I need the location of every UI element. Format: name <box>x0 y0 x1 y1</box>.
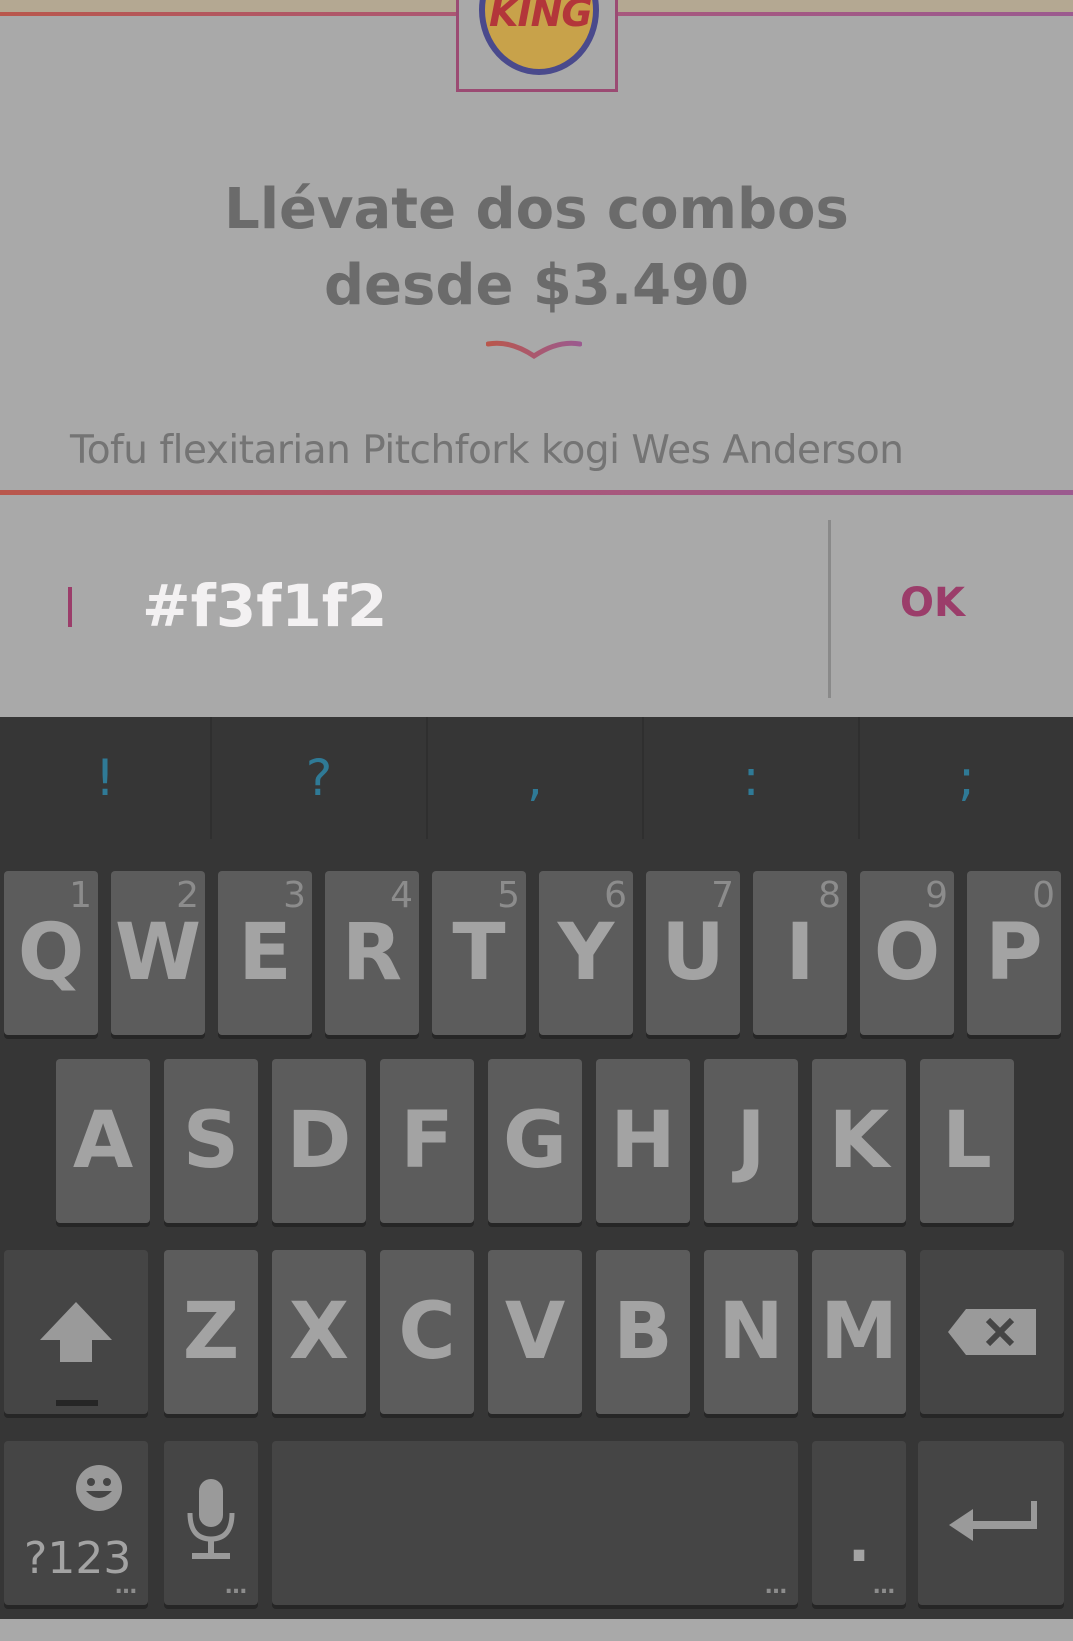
symbols-key[interactable]: ?123 … <box>4 1441 148 1605</box>
ok-button[interactable]: OK <box>900 580 965 626</box>
suggestion-comma[interactable]: , <box>428 717 644 839</box>
key-h[interactable]: H <box>596 1059 690 1223</box>
text-cursor <box>68 587 72 627</box>
key-w[interactable]: 2W <box>111 871 205 1035</box>
suggestion-exclamation[interactable]: ! <box>0 717 212 839</box>
key-v[interactable]: V <box>488 1250 582 1414</box>
period-key[interactable]: . … <box>812 1441 906 1605</box>
microphone-icon <box>187 1479 235 1559</box>
key-q[interactable]: 1Q <box>4 871 98 1035</box>
soft-keyboard: ! ? , : ; 1Q 2W 3E 4R 5T 6Y 7U 8I 9O 0P … <box>0 717 1073 1619</box>
voice-key[interactable]: … <box>164 1441 258 1605</box>
key-t[interactable]: 5T <box>432 871 526 1035</box>
key-e[interactable]: 3E <box>218 871 312 1035</box>
enter-arrow-icon <box>949 1501 1039 1541</box>
more-dots-icon: … <box>225 1574 248 1599</box>
key-r[interactable]: 4R <box>325 871 419 1035</box>
enter-key[interactable] <box>918 1441 1064 1605</box>
backspace-key[interactable] <box>920 1250 1064 1414</box>
emoji-icon <box>76 1465 122 1511</box>
logo-wordmark: KING <box>489 0 593 35</box>
key-k[interactable]: K <box>812 1059 906 1223</box>
more-dots-icon: … <box>765 1574 788 1599</box>
suggestion-semicolon[interactable]: ; <box>860 717 1073 839</box>
key-p[interactable]: 0P <box>967 871 1061 1035</box>
key-x[interactable]: X <box>272 1250 366 1414</box>
key-m[interactable]: M <box>812 1250 906 1414</box>
text-input-field[interactable]: #f3f1f2 <box>142 572 387 640</box>
headline-line-2: desde $3.490 <box>323 253 750 318</box>
key-j[interactable]: J <box>704 1059 798 1223</box>
promo-headline: Llévate dos combos desde $3.490 <box>0 172 1073 324</box>
key-i[interactable]: 8I <box>753 871 847 1035</box>
key-y[interactable]: 6Y <box>539 871 633 1035</box>
key-c[interactable]: C <box>380 1250 474 1414</box>
promo-description: Tofu flexitarian Pitchfork kogi Wes Ande… <box>70 428 904 473</box>
suggestion-colon[interactable]: : <box>644 717 860 839</box>
key-g[interactable]: G <box>488 1059 582 1223</box>
backspace-icon <box>948 1309 1036 1355</box>
key-u[interactable]: 7U <box>646 871 740 1035</box>
more-dots-icon: … <box>873 1574 896 1599</box>
suggestion-question[interactable]: ? <box>212 717 428 839</box>
more-dots-icon: … <box>115 1574 138 1599</box>
space-bar[interactable]: … <box>272 1441 798 1605</box>
key-a[interactable]: A <box>56 1059 150 1223</box>
decorative-smile-icon <box>486 340 582 360</box>
key-f[interactable]: F <box>380 1059 474 1223</box>
key-n[interactable]: N <box>704 1250 798 1414</box>
shift-key[interactable] <box>4 1250 148 1414</box>
key-s[interactable]: S <box>164 1059 258 1223</box>
burger-king-logo: KING <box>456 0 618 92</box>
key-l[interactable]: L <box>920 1059 1014 1223</box>
key-o[interactable]: 9O <box>860 871 954 1035</box>
shift-arrow-icon <box>40 1302 112 1362</box>
input-separator <box>828 520 831 698</box>
headline-line-1: Llévate dos combos <box>224 177 849 242</box>
key-b[interactable]: B <box>596 1250 690 1414</box>
key-z[interactable]: Z <box>164 1250 258 1414</box>
key-d[interactable]: D <box>272 1059 366 1223</box>
